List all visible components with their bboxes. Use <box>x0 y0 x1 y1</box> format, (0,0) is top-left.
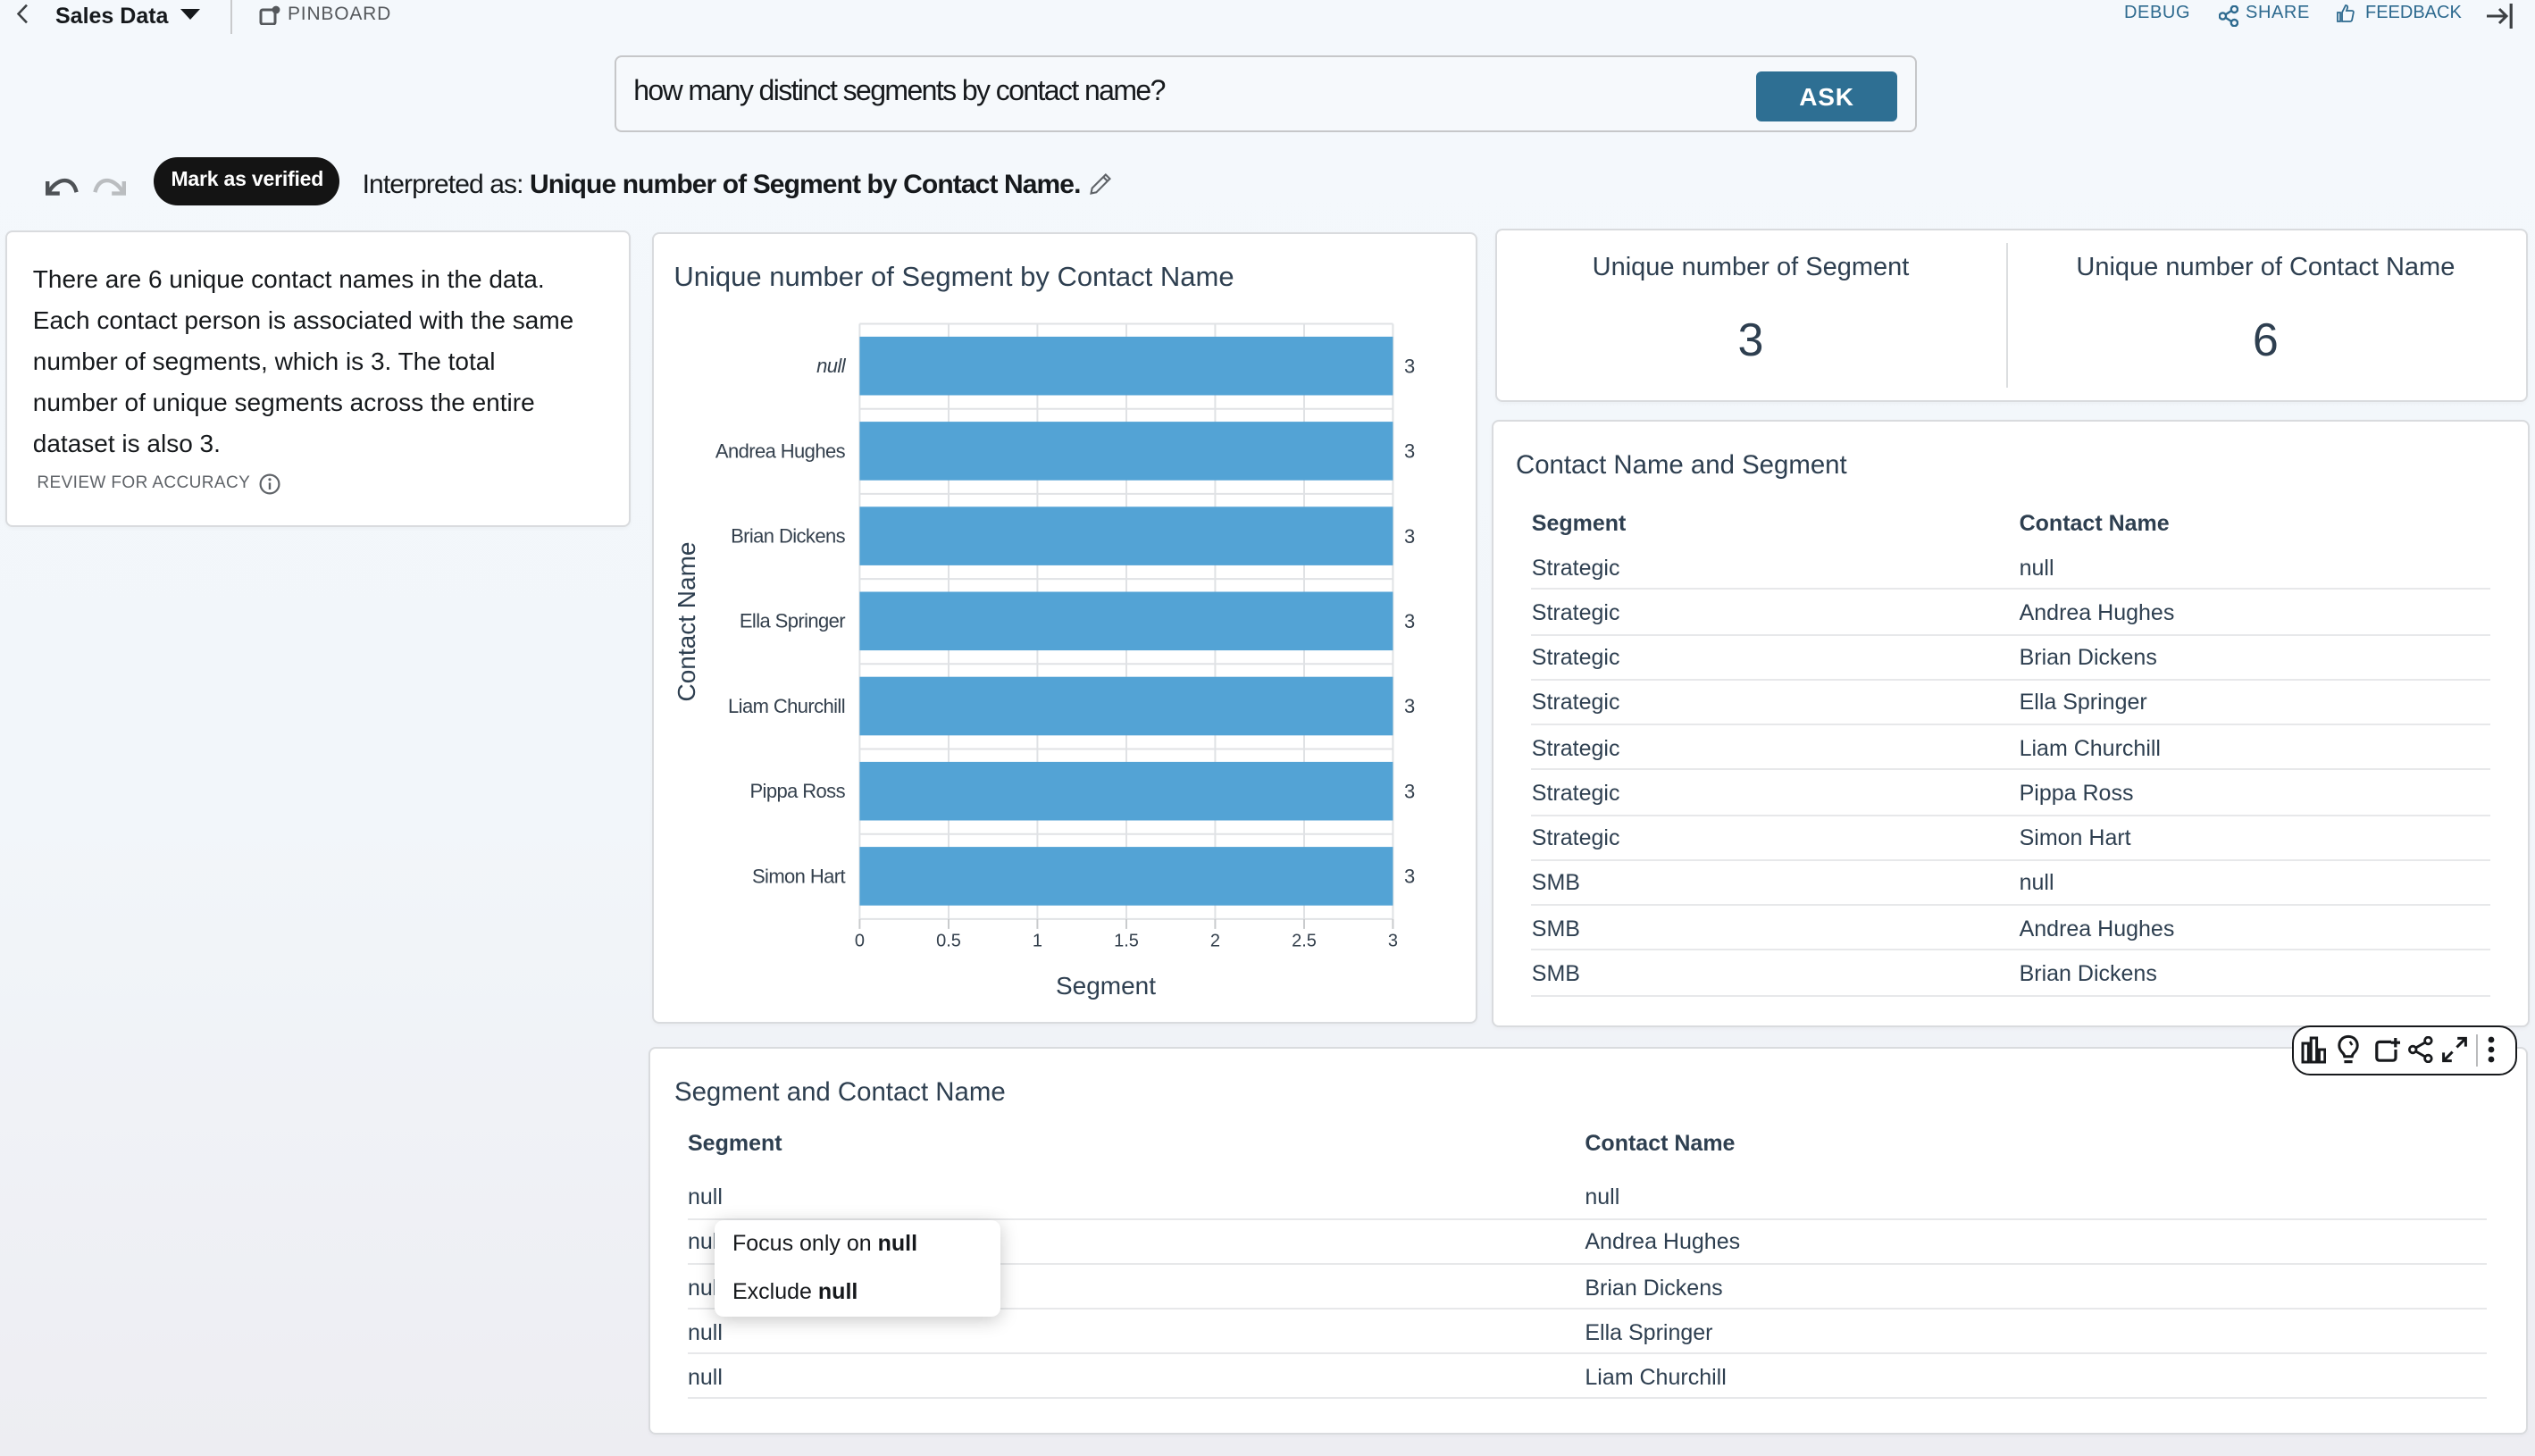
svg-text:Andrea Hughes: Andrea Hughes <box>715 439 846 462</box>
svg-text:Brian Dickens: Brian Dickens <box>731 524 846 547</box>
svg-text:3: 3 <box>1404 865 1415 887</box>
svg-text:3: 3 <box>1404 439 1415 462</box>
svg-text:Ella Springer: Ella Springer <box>739 609 844 632</box>
svg-text:3: 3 <box>1404 524 1415 547</box>
svg-text:3: 3 <box>1387 931 1397 950</box>
svg-text:null: null <box>816 354 847 376</box>
svg-text:1.5: 1.5 <box>1114 931 1139 950</box>
svg-text:Pippa Ross: Pippa Ross <box>749 779 845 801</box>
svg-text:0.5: 0.5 <box>936 931 961 950</box>
svg-text:Liam Churchill: Liam Churchill <box>728 694 845 716</box>
svg-text:3: 3 <box>1404 695 1415 717</box>
svg-text:3: 3 <box>1404 780 1415 802</box>
svg-text:2: 2 <box>1209 931 1219 950</box>
svg-text:3: 3 <box>1404 609 1415 632</box>
svg-text:3: 3 <box>1404 355 1415 377</box>
svg-text:Simon Hart: Simon Hart <box>752 865 846 887</box>
svg-text:1: 1 <box>1032 931 1042 950</box>
svg-text:Contact Name: Contact Name <box>673 541 700 701</box>
svg-text:2.5: 2.5 <box>1292 931 1317 950</box>
svg-text:0: 0 <box>854 931 864 950</box>
svg-text:Segment: Segment <box>1056 971 1156 999</box>
